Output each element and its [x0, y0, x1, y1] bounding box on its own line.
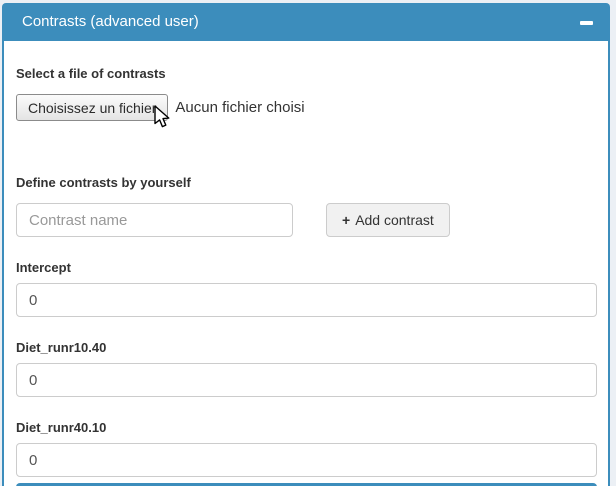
panel-body: Select a file of contrasts Choisissez un…	[2, 41, 610, 486]
file-status-text: Aucun fichier choisi	[175, 99, 304, 116]
add-contrast-button-label: Add contrast	[355, 212, 434, 228]
collapse-minus-icon[interactable]	[580, 21, 593, 25]
add-contrast-button[interactable]: + Add contrast	[326, 203, 450, 237]
coefficient-label-diet-runr40-10: Diet_runr40.10	[16, 420, 597, 436]
panel-header[interactable]: Contrasts (advanced user)	[2, 3, 610, 41]
coefficient-label-intercept: Intercept	[16, 260, 597, 276]
coefficient-input-diet-runr10-40[interactable]	[16, 363, 597, 397]
coefficient-input-diet-runr40-10[interactable]	[16, 443, 597, 477]
define-contrast-row: + Add contrast	[16, 203, 597, 237]
define-contrasts-label: Define contrasts by yourself	[16, 175, 597, 191]
file-input-group: Choisissez un fichier Aucun fichier choi…	[16, 94, 597, 121]
choose-file-button[interactable]: Choisissez un fichier	[16, 94, 168, 121]
contrast-name-input[interactable]	[16, 203, 293, 237]
file-upload-label: Select a file of contrasts	[16, 66, 597, 82]
coefficient-label-diet-runr10-40: Diet_runr10.40	[16, 340, 597, 356]
plus-icon: +	[342, 212, 350, 228]
coefficient-input-intercept[interactable]	[16, 283, 597, 317]
panel-title: Contrasts (advanced user)	[22, 13, 199, 30]
contrasts-panel: Contrasts (advanced user) Select a file …	[2, 3, 610, 486]
